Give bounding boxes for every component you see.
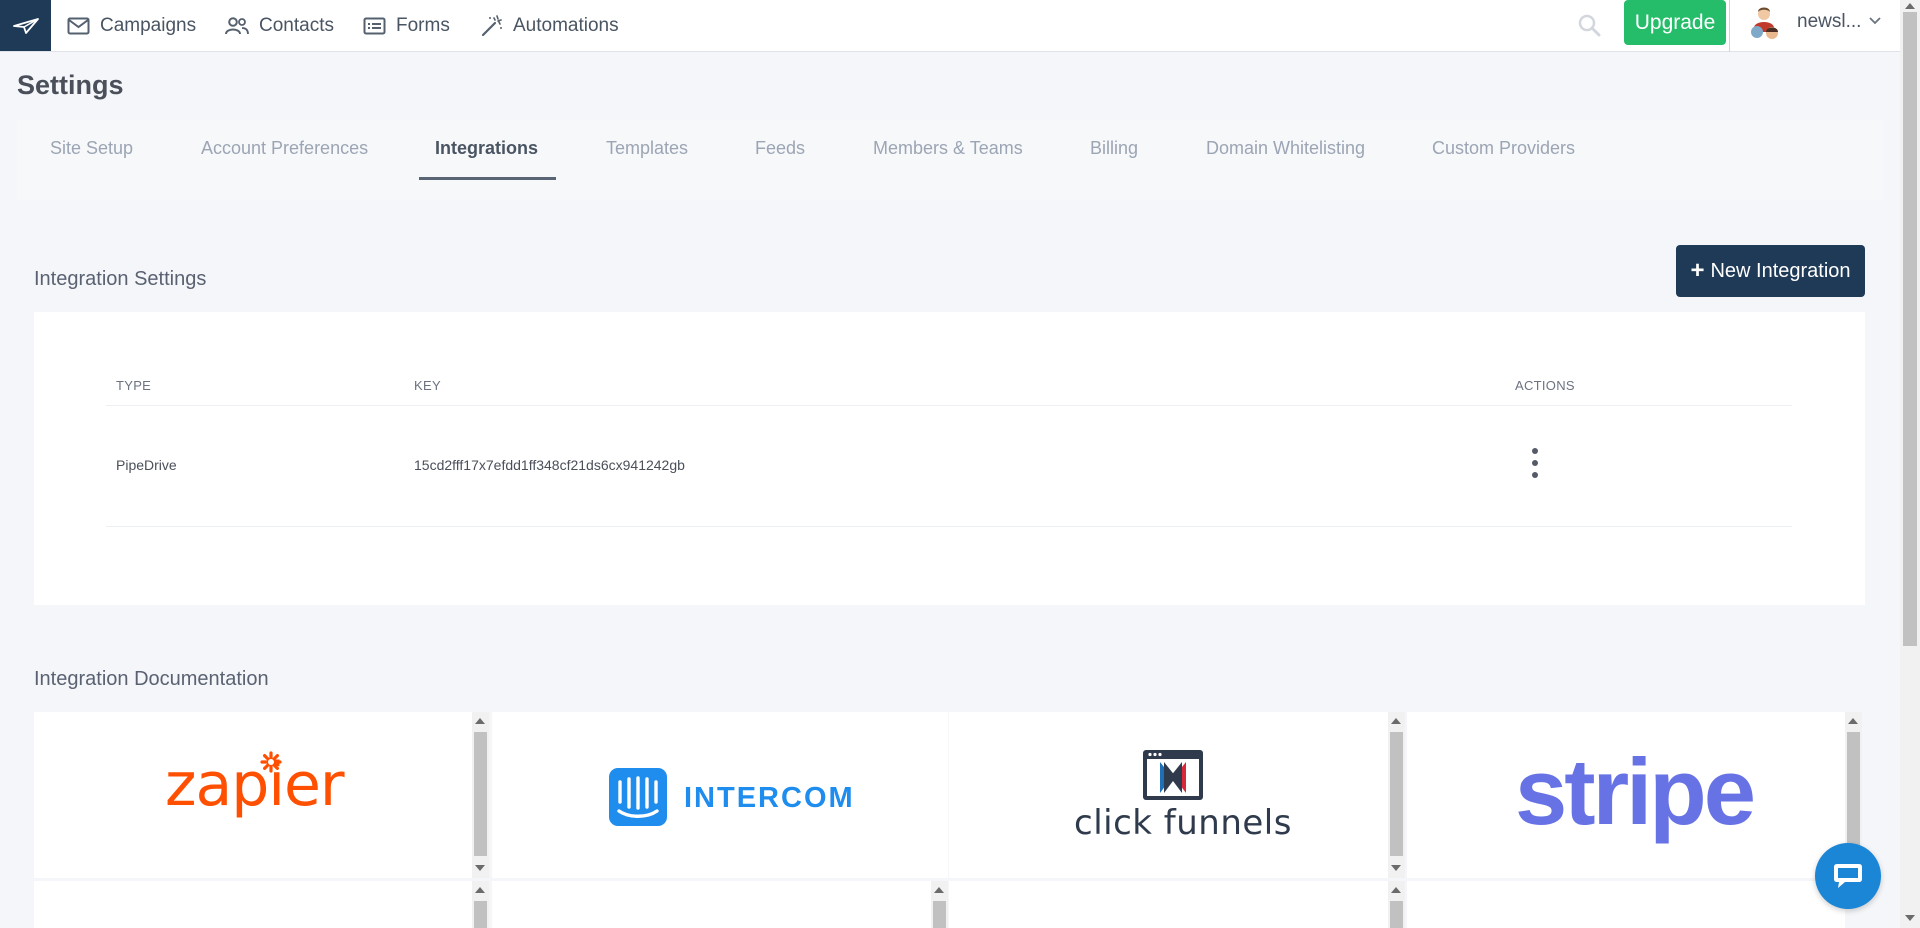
active-tab-indicator [419,177,556,180]
doc-card[interactable] [34,881,472,928]
clickfunnels-logo: click funnels [1074,803,1292,843]
user-avatar-icon [1751,7,1778,39]
form-icon [363,17,386,34]
search-button[interactable] [1573,9,1605,41]
nav-automations[interactable]: Automations [481,0,619,51]
tab-feeds[interactable]: Feeds [755,138,805,159]
new-integration-button[interactable]: + New Integration [1676,245,1865,297]
tab-billing[interactable]: Billing [1090,138,1138,159]
brand-logo[interactable] [0,0,51,51]
scrollbar-thumb[interactable] [933,901,946,928]
intercom-logo-icon [609,768,667,826]
chat-launcher-button[interactable] [1815,843,1881,909]
stripe-logo: stripe [1515,739,1756,844]
tab-members-teams[interactable]: Members & Teams [873,138,1023,159]
doc-card-scrollbar[interactable] [472,881,489,928]
tab-domain-whitelisting[interactable]: Domain Whitelisting [1206,138,1365,159]
scrollbar-thumb[interactable] [1390,732,1403,856]
envelope-icon [67,17,90,34]
scroll-up-arrow[interactable] [1905,3,1915,9]
search-icon [1578,14,1601,37]
row-key-cell: 15cd2fff17x7efdd1ff348cf21ds6cx941242gb [414,457,685,473]
doc-card-scrollbar[interactable] [931,881,948,928]
magic-wand-icon [481,14,502,36]
tab-account-preferences[interactable]: Account Preferences [201,138,368,159]
doc-card-scrollbar[interactable] [1388,712,1405,878]
scroll-down-arrow[interactable] [475,865,485,871]
kebab-dot [1532,448,1538,454]
scrollbar-thumb[interactable] [474,732,487,856]
row-actions-menu[interactable] [1529,448,1541,478]
integrations-table [34,312,1865,605]
nav-campaigns-label: Campaigns [100,14,197,36]
avatar[interactable] [1748,6,1780,42]
kebab-dot [1532,472,1538,478]
chevron-down-icon[interactable] [1868,16,1882,26]
scrollbar-thumb[interactable] [474,901,487,928]
page-title: Settings [17,70,124,100]
scrollbar-thumb[interactable] [1390,901,1403,928]
column-header-type: TYPE [116,378,152,393]
kebab-dot [1532,460,1538,466]
row-type-cell: PipeDrive [116,457,177,473]
users-icon [225,16,249,34]
integration-docs-title: Integration Documentation [34,668,269,690]
user-menu-name[interactable]: newsl... [1797,11,1861,33]
intercom-logo: INTERCOM [684,782,855,814]
doc-card[interactable] [492,881,931,928]
scroll-up-arrow[interactable] [475,718,485,724]
doc-card[interactable] [949,881,1388,928]
scroll-up-arrow[interactable] [1848,718,1858,724]
table-row-divider [106,526,1792,527]
column-header-actions: ACTIONS [1515,378,1575,393]
tab-integrations[interactable]: Integrations [435,138,538,159]
zapier-logo: zapier [165,750,345,820]
tab-templates[interactable]: Templates [606,138,688,159]
nav-automations-label: Automations [513,14,619,36]
doc-card-scrollbar[interactable] [1388,881,1405,928]
column-header-key: KEY [414,378,441,393]
scrollbar-thumb[interactable] [1903,12,1917,646]
scroll-up-arrow[interactable] [1391,887,1401,893]
top-navigation: Campaigns Contacts Forms Automations Upg… [0,0,1900,52]
scroll-down-arrow[interactable] [1391,865,1401,871]
doc-card-scrollbar[interactable] [472,712,489,878]
clickfunnels-logo-icon [1143,750,1203,800]
scrollbar-thumb[interactable] [1847,732,1860,856]
scroll-up-arrow[interactable] [475,887,485,893]
new-integration-label: New Integration [1710,259,1851,282]
tab-custom-providers[interactable]: Custom Providers [1432,138,1575,159]
paper-plane-icon [12,17,39,34]
scroll-up-arrow[interactable] [934,887,944,893]
nav-divider [1729,0,1730,52]
nav-contacts[interactable]: Contacts [225,0,334,51]
table-header-divider [106,405,1792,406]
doc-card[interactable] [1407,881,1845,928]
page-scrollbar[interactable] [1900,0,1920,928]
nav-contacts-label: Contacts [259,14,334,36]
upgrade-button[interactable]: Upgrade [1624,0,1726,45]
settings-tabs [17,120,1883,200]
chat-bubble-icon [1834,864,1862,888]
plus-icon: + [1690,257,1705,284]
scroll-up-arrow[interactable] [1391,718,1401,724]
nav-forms[interactable]: Forms [363,0,450,51]
nav-forms-label: Forms [396,14,450,36]
scroll-down-arrow[interactable] [1905,915,1915,921]
integration-settings-title: Integration Settings [34,268,207,290]
nav-campaigns[interactable]: Campaigns [67,0,196,51]
tab-site-setup[interactable]: Site Setup [50,138,133,159]
